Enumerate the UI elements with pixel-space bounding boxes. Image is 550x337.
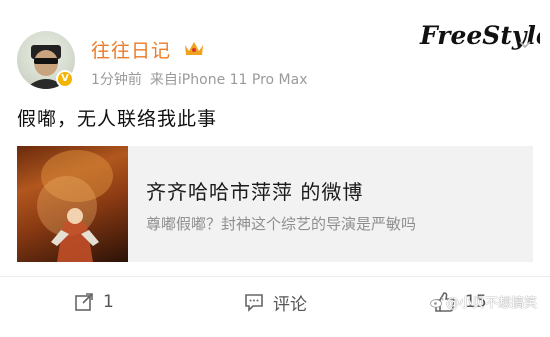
corner-watermark-text: @小贝不想搞笑 bbox=[446, 296, 538, 311]
card-thumbnail bbox=[17, 146, 128, 262]
comment-button[interactable]: 评论 bbox=[244, 290, 307, 315]
verified-badge-icon: V bbox=[56, 70, 74, 88]
post-meta: 1分钟前 来自iPhone 11 Pro Max bbox=[91, 69, 308, 89]
card-title: 齐齐哈哈市萍萍 的微博 bbox=[146, 180, 364, 204]
quoted-post-card[interactable]: 齐齐哈哈市萍萍 的微博 尊嘟假嘟？封神这个综艺的导演是严敏吗 bbox=[17, 146, 533, 262]
comment-icon bbox=[245, 294, 263, 312]
username[interactable]: 往往日记 bbox=[91, 36, 171, 63]
post-text: 假嘟，无人联络我此事 bbox=[17, 108, 218, 130]
chevron-down-icon[interactable] bbox=[518, 40, 532, 50]
post-time: 1分钟前 bbox=[91, 72, 142, 88]
post-source: 来自iPhone 11 Pro Max bbox=[149, 72, 308, 88]
comment-label: 评论 bbox=[273, 294, 307, 315]
action-bar-divider bbox=[0, 276, 550, 277]
card-subtitle: 尊嘟假嘟？封神这个综艺的导演是严敏吗 bbox=[146, 215, 417, 233]
weibo-logo-icon bbox=[430, 297, 444, 308]
repost-icon bbox=[75, 293, 93, 311]
corner-watermark: @小贝不想搞笑 bbox=[430, 292, 537, 311]
repost-button[interactable]: 1 bbox=[74, 290, 114, 314]
repost-count: 1 bbox=[103, 292, 114, 312]
crown-icon bbox=[185, 42, 203, 55]
